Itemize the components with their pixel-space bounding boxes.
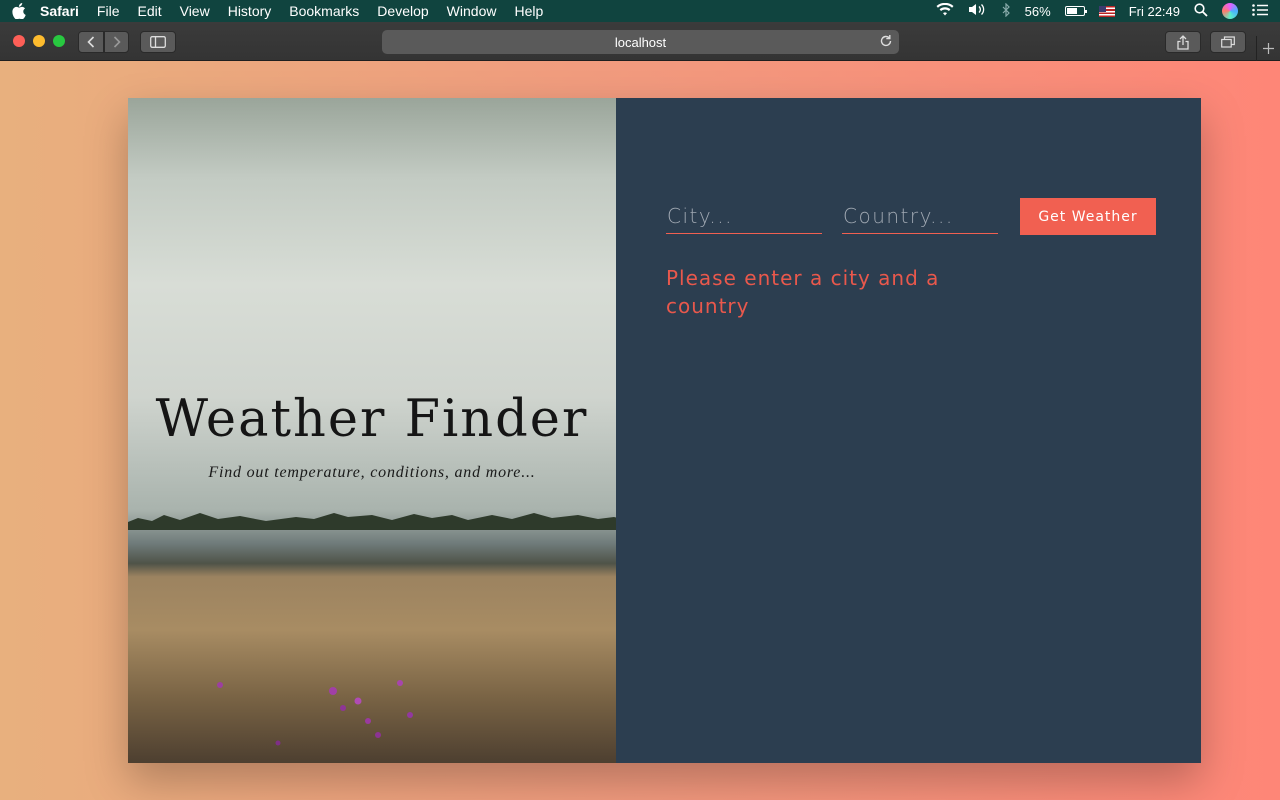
show-tabs-button[interactable] bbox=[1210, 31, 1246, 53]
hero-image-panel: Weather Finder Find out temperature, con… bbox=[128, 98, 616, 763]
forward-button[interactable] bbox=[104, 31, 129, 53]
tabs-icon bbox=[1221, 36, 1235, 48]
battery-icon[interactable] bbox=[1064, 6, 1087, 16]
back-button[interactable] bbox=[78, 31, 104, 53]
menu-help[interactable]: Help bbox=[514, 3, 543, 19]
sidebar-button[interactable] bbox=[140, 31, 176, 53]
share-icon bbox=[1177, 34, 1189, 50]
wifi-icon[interactable] bbox=[936, 2, 954, 19]
page-background: Weather Finder Find out temperature, con… bbox=[0, 61, 1280, 800]
new-tab-icon bbox=[1263, 43, 1274, 54]
share-button[interactable] bbox=[1165, 31, 1201, 53]
clock[interactable]: Fri 22:49 bbox=[1129, 4, 1180, 19]
address-bar[interactable]: localhost bbox=[382, 30, 899, 54]
menu-bar: Safari File Edit View History Bookmarks … bbox=[0, 0, 1280, 22]
siri-icon[interactable] bbox=[1222, 3, 1238, 19]
apple-menu-icon[interactable] bbox=[12, 3, 40, 19]
menu-window[interactable]: Window bbox=[447, 3, 497, 19]
sidebar-icon bbox=[150, 36, 166, 48]
error-message: Please enter a city and a country bbox=[666, 266, 940, 318]
city-input[interactable] bbox=[666, 198, 822, 234]
menu-app-name[interactable]: Safari bbox=[40, 3, 79, 19]
new-tab-button[interactable] bbox=[1256, 36, 1280, 61]
reload-icon[interactable] bbox=[879, 34, 893, 51]
flowers-image bbox=[217, 680, 413, 746]
hero-title: Weather Finder bbox=[155, 390, 589, 449]
input-source-flag-icon[interactable] bbox=[1098, 5, 1115, 17]
spotlight-search-icon[interactable] bbox=[1194, 2, 1208, 20]
search-panel: Get Weather Please enter a city and a co… bbox=[616, 98, 1201, 763]
url-text: localhost bbox=[614, 34, 667, 50]
battery-percentage[interactable]: 56% bbox=[1025, 4, 1051, 19]
menu-file[interactable]: File bbox=[97, 3, 120, 19]
country-input[interactable] bbox=[842, 198, 998, 234]
forward-icon bbox=[113, 36, 121, 48]
volume-icon[interactable] bbox=[968, 3, 988, 19]
menu-develop[interactable]: Develop bbox=[377, 3, 428, 19]
menu-edit[interactable]: Edit bbox=[137, 3, 161, 19]
get-weather-button[interactable]: Get Weather bbox=[1020, 198, 1156, 235]
minimize-window-button[interactable] bbox=[33, 35, 45, 47]
browser-toolbar: localhost bbox=[0, 22, 1280, 61]
back-icon bbox=[87, 36, 95, 48]
hero-subtitle: Find out temperature, conditions, and mo… bbox=[208, 464, 536, 481]
notification-center-icon[interactable] bbox=[1252, 3, 1268, 19]
close-window-button[interactable] bbox=[13, 35, 25, 47]
menu-bookmarks[interactable]: Bookmarks bbox=[289, 3, 359, 19]
menu-history[interactable]: History bbox=[228, 3, 272, 19]
zoom-window-button[interactable] bbox=[53, 35, 65, 47]
weather-card: Weather Finder Find out temperature, con… bbox=[128, 98, 1201, 763]
bluetooth-icon[interactable] bbox=[1002, 2, 1011, 20]
menu-view[interactable]: View bbox=[180, 3, 210, 19]
treeline-image bbox=[128, 513, 616, 530]
